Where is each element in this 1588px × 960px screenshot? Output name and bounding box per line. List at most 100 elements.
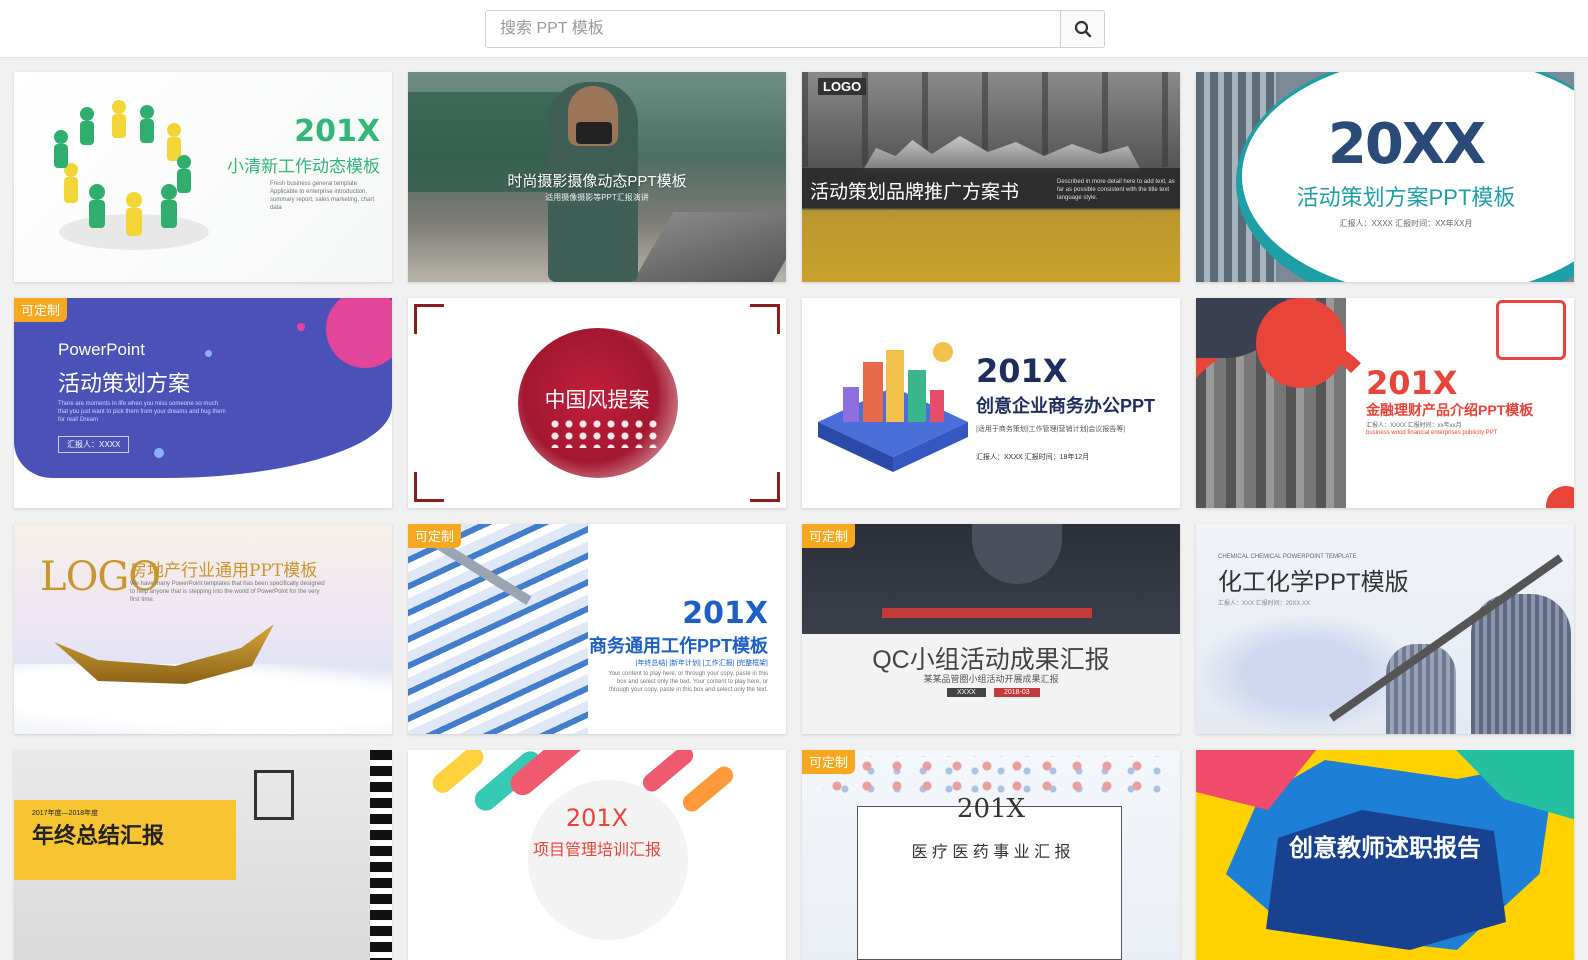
template-card[interactable]: 可定制 201X 医 疗 医 药 事 业 汇 报: [802, 750, 1180, 960]
template-card[interactable]: 中国风提案: [408, 298, 786, 508]
dot: [205, 350, 212, 357]
cloud-texture: [1196, 614, 1416, 734]
card-subtitle: 某某品管圈小组活动开展成果汇报: [923, 674, 1059, 684]
deco-bar: [639, 750, 697, 796]
red-strip: [882, 608, 1092, 618]
template-card[interactable]: 201X 创意企业商务办公PPT |适用于商务策划|工作管理|营销计划|会议报告…: [802, 298, 1180, 508]
customizable-badge: 可定制: [408, 524, 462, 548]
card-title: 活动策划方案: [58, 371, 191, 396]
template-card[interactable]: 可定制 QC小组活动成果汇报 某某品管圈小组活动开展成果汇报 XXXX 2018…: [802, 524, 1180, 734]
card-subtitle: business wood financial enterprises publ…: [1366, 430, 1498, 436]
card-subtitle: 适用摄像摄影等PPT汇报演讲: [545, 193, 649, 202]
template-thumbnail: 201X 项目管理培训汇报: [408, 750, 786, 960]
template-thumbnail: 创意教师述职报告: [1196, 750, 1574, 960]
template-card[interactable]: 201X 小清新工作动态模板 Fresh business general te…: [14, 72, 392, 282]
template-card[interactable]: 201X 项目管理培训汇报: [408, 750, 786, 960]
card-title: 时尚摄影摄像动态PPT模板: [507, 173, 687, 190]
card-tag: 2017年度—2018年度: [32, 810, 99, 817]
wall-picture: [254, 770, 294, 820]
card-meta: 汇报人：XXXX 汇报时间：xx年xx月: [1366, 423, 1462, 429]
card-big-text: 201X: [1366, 364, 1458, 402]
card-subtitle: |年终总结| |新年计划| |工作汇报| |完整框架|: [635, 660, 768, 667]
card-title: 创意企业商务办公PPT: [976, 396, 1156, 416]
card-subtitle: |适用于商务策划|工作管理|营销计划|会议报告等|: [976, 426, 1126, 433]
dot: [154, 448, 164, 458]
card-title: 商务通用工作PPT模板: [588, 636, 768, 656]
red-dot: [1546, 486, 1574, 508]
template-thumbnail: CHEMICAL CHEMICAL POWERPOINT TEMPLATE 化工…: [1196, 524, 1574, 734]
customizable-badge: 可定制: [802, 524, 856, 548]
card-en-title: PowerPoint: [58, 340, 145, 359]
customizable-badge: 可定制: [802, 750, 856, 774]
card-title: 医 疗 医 药 事 业 汇 报: [911, 844, 1071, 861]
search-box: [485, 10, 1105, 48]
card-title: 活动策划品牌推广方案书: [810, 182, 1020, 203]
card-desc: We have many PowerPoint templates that h…: [130, 581, 325, 603]
piano-keys: [370, 750, 392, 960]
template-card[interactable]: 20XX 活动策划方案PPT模板 汇报人：XXXX 汇报时间：XX年XX月: [1196, 72, 1574, 282]
template-thumbnail: LOGO 房地产行业通用PPT模板 We have many PowerPoin…: [14, 524, 392, 734]
corner-ornament: [750, 304, 780, 334]
template-thumbnail: 可定制 201X 医 疗 医 药 事 业 汇 报: [802, 750, 1180, 960]
pills-photo: [822, 756, 1162, 796]
template-thumbnail: 201X 金融理财产品介绍PPT模板 汇报人：XXXX 汇报时间：xx年xx月 …: [1196, 298, 1574, 508]
paper-people-illustration: [54, 100, 209, 250]
card-en-title: CHEMICAL CHEMICAL POWERPOINT TEMPLATE: [1218, 554, 1357, 560]
document-photo: [408, 524, 588, 734]
card-title: 小清新工作动态模板: [227, 157, 380, 176]
card-big-text: 201X: [682, 596, 768, 631]
corner-ornament: [414, 304, 444, 334]
template-thumbnail: LOGO 活动策划品牌推广方案书 Described in more detai…: [802, 72, 1180, 282]
template-thumbnail: 2017年度—2018年度 年终总结汇报: [14, 750, 392, 960]
plum-blossoms: [548, 418, 658, 448]
card-meta: 汇报人：XXXX 汇报时间：18年12月: [976, 454, 1090, 461]
template-card[interactable]: 可定制 PowerPoint 活动策划方案 There are moments …: [14, 298, 392, 508]
template-thumbnail: 201X 小清新工作动态模板 Fresh business general te…: [14, 72, 392, 282]
silo-right: [1471, 594, 1571, 734]
card-meta-1: XXXX: [947, 688, 986, 697]
template-thumbnail: 可定制 QC小组活动成果汇报 某某品管圈小组活动开展成果汇报 XXXX 2018…: [802, 524, 1180, 734]
corner-ornament: [750, 472, 780, 502]
rail-tracks: [632, 212, 786, 282]
template-card[interactable]: CHEMICAL CHEMICAL POWERPOINT TEMPLATE 化工…: [1196, 524, 1574, 734]
template-thumbnail: 201X 创意企业商务办公PPT |适用于商务策划|工作管理|营销计划|会议报告…: [802, 298, 1180, 508]
template-thumbnail: 时尚摄影摄像动态PPT模板 适用摄像摄影等PPT汇报演讲: [408, 72, 786, 282]
top-bar: [0, 0, 1588, 58]
template-card[interactable]: LOGO 活动策划品牌推广方案书 Described in more detai…: [802, 72, 1180, 282]
template-grid: 201X 小清新工作动态模板 Fresh business general te…: [14, 72, 1574, 960]
template-card[interactable]: 创意教师述职报告: [1196, 750, 1574, 960]
card-big-text: 201X: [565, 804, 629, 832]
card-big-text: 201X: [956, 794, 1026, 824]
card-reporter: 汇报人：XXXX: [58, 436, 130, 453]
card-desc: Fresh business general template Applicab…: [270, 181, 375, 211]
card-title: 中国风提案: [544, 389, 650, 412]
card-title: 创意教师述职报告: [1289, 835, 1481, 862]
card-desc: Described in more detail here to add tex…: [1057, 179, 1175, 201]
card-meta: 汇报人：XXXX 汇报时间：XX年XX月: [1339, 219, 1473, 228]
template-thumbnail: 中国风提案: [408, 298, 786, 508]
red-circle: [1256, 298, 1346, 388]
card-title: 房地产行业通用PPT模板: [130, 561, 318, 581]
card-title: 金融理财产品介绍PPT模板: [1366, 402, 1534, 418]
search-button[interactable]: [1060, 11, 1104, 47]
search-icon: [1074, 20, 1091, 38]
card-title: 活动策划方案PPT模板: [1296, 185, 1516, 210]
search-input[interactable]: [486, 11, 1060, 47]
template-card[interactable]: 201X 金融理财产品介绍PPT模板 汇报人：XXXX 汇报时间：xx年xx月 …: [1196, 298, 1574, 508]
card-desc: Your content to play here, or through yo…: [608, 671, 768, 693]
isometric-city-illustration: [818, 342, 968, 472]
card-big-text: 20XX: [1327, 112, 1486, 177]
white-oval: [1242, 72, 1574, 282]
template-thumbnail: 可定制 201X 商务通用工作PPT模板 |年终总结| |新年计划| |工作汇报…: [408, 524, 786, 734]
template-card[interactable]: 2017年度—2018年度 年终总结汇报: [14, 750, 392, 960]
card-meta-2: 2018-03: [994, 688, 1040, 697]
coin-icon: [1496, 300, 1566, 360]
card-title: 化工化学PPT模版: [1218, 569, 1409, 596]
template-card[interactable]: LOGO 房地产行业通用PPT模板 We have many PowerPoin…: [14, 524, 392, 734]
card-big-text: 201X: [976, 352, 1068, 390]
template-card[interactable]: 可定制 201X 商务通用工作PPT模板 |年终总结| |新年计划| |工作汇报…: [408, 524, 786, 734]
card-meta: 汇报人：XXX 汇报时间：20XX.XX: [1218, 601, 1311, 607]
template-card[interactable]: 时尚摄影摄像动态PPT模板 适用摄像摄影等PPT汇报演讲: [408, 72, 786, 282]
card-title: 项目管理培训汇报: [532, 842, 661, 859]
dot: [297, 323, 305, 331]
